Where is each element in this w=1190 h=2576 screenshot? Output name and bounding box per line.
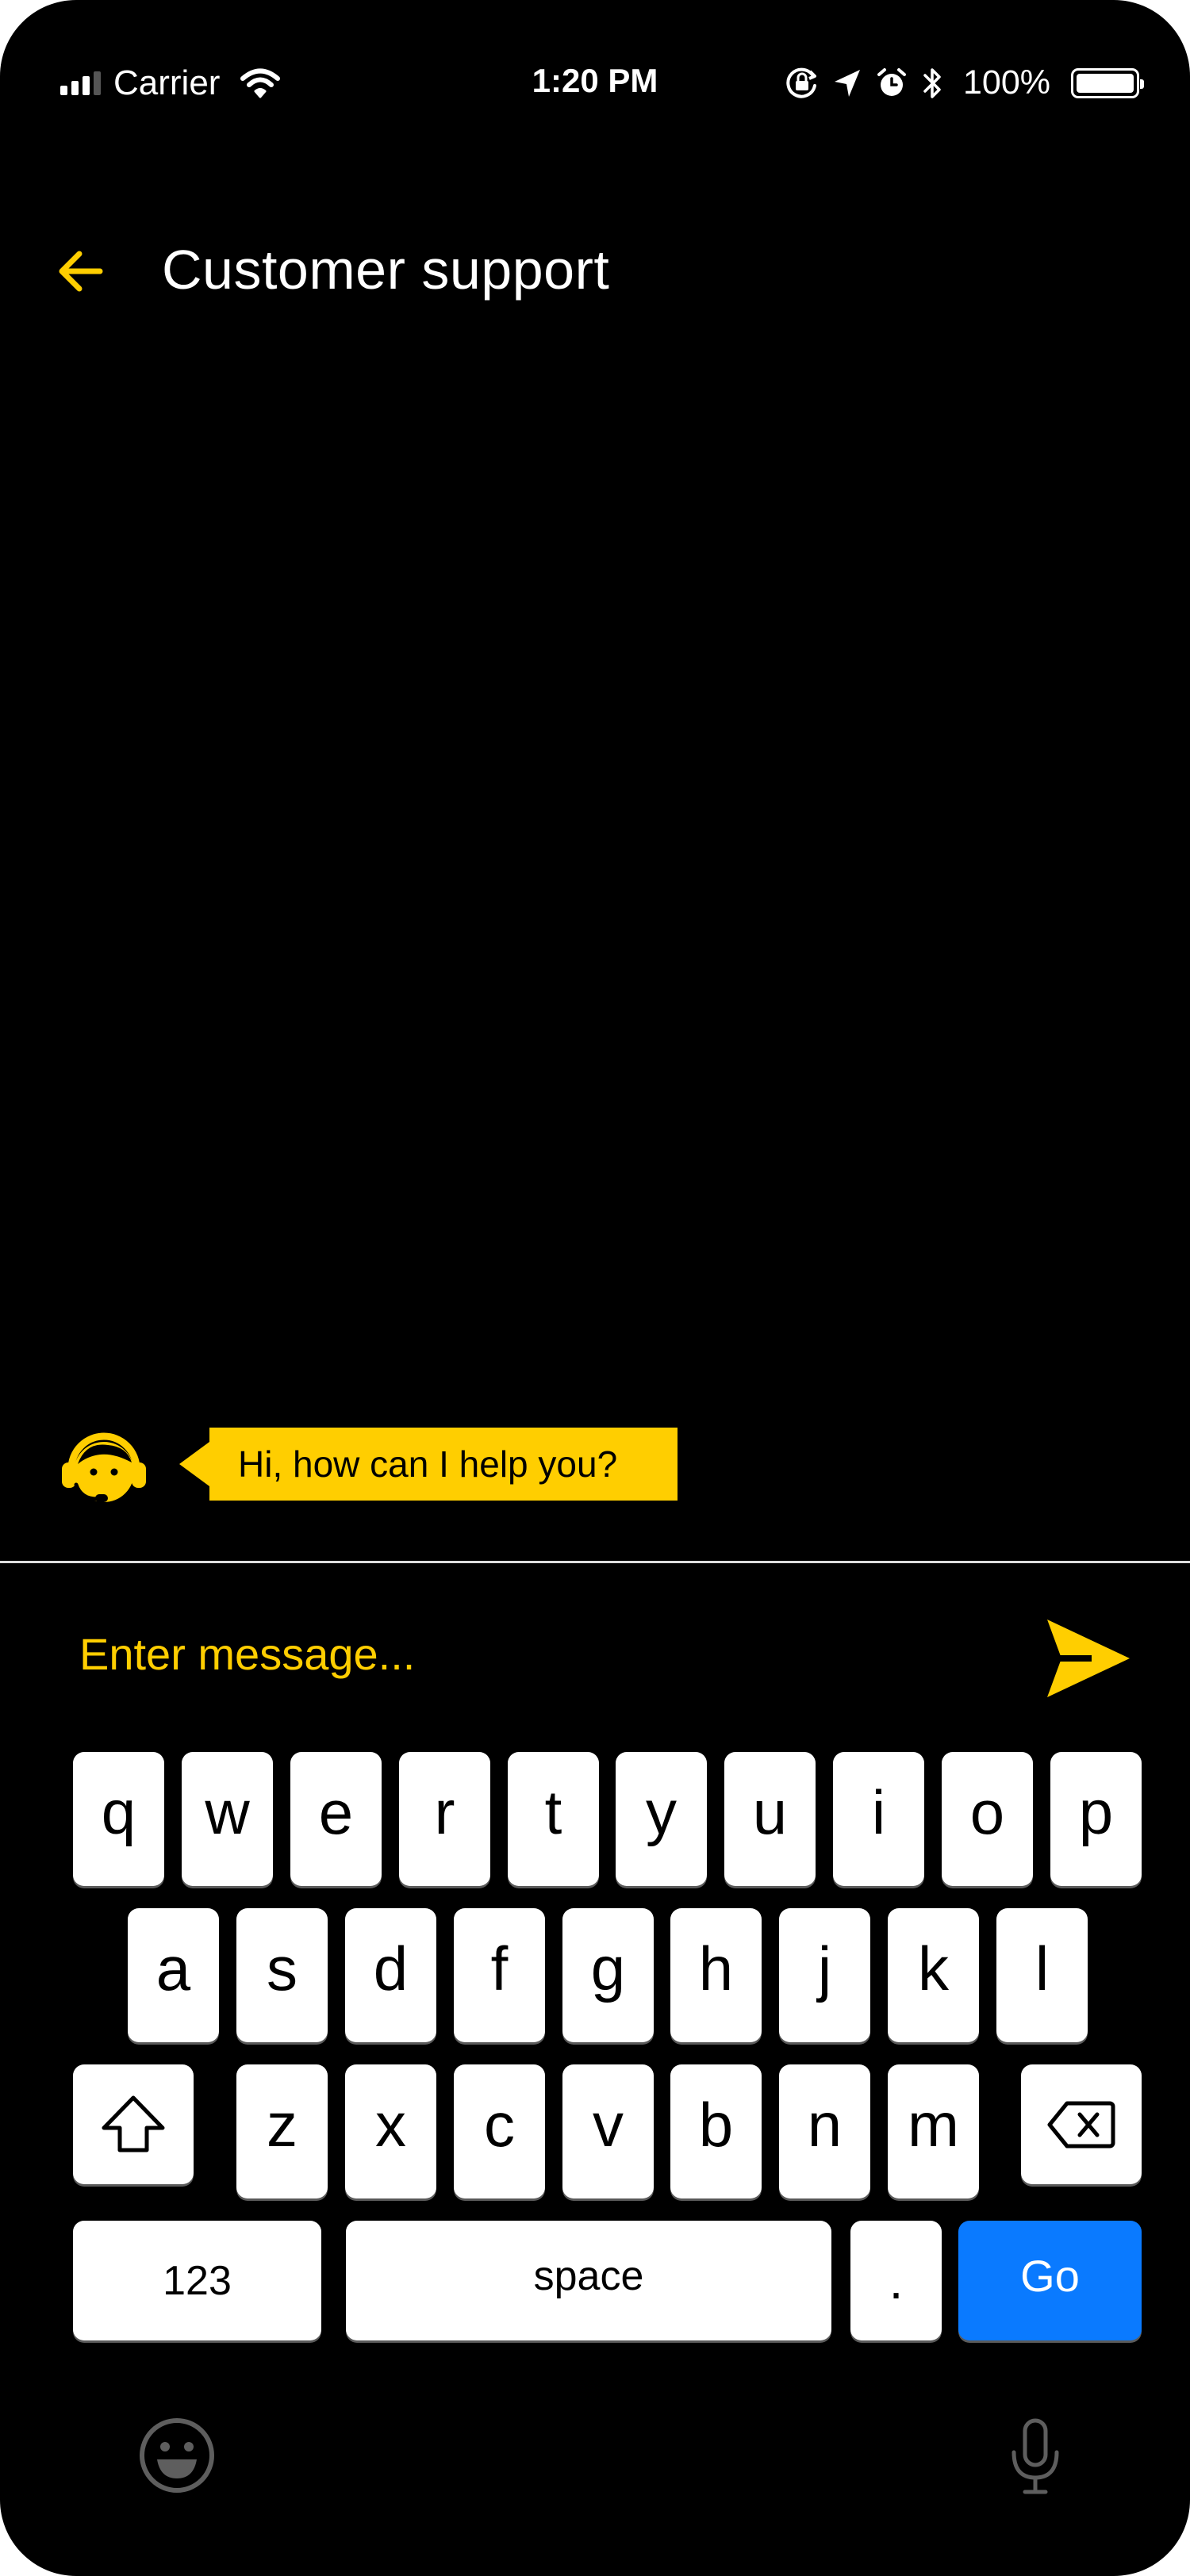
status-right: 100% bbox=[785, 63, 1144, 102]
key-e[interactable]: e bbox=[290, 1752, 382, 1886]
key-i[interactable]: i bbox=[833, 1752, 924, 1886]
key-label: Go bbox=[1020, 2251, 1080, 2301]
key-label: o bbox=[969, 1777, 1005, 1847]
key-label: k bbox=[918, 1933, 949, 2003]
space-key[interactable]: space bbox=[346, 2221, 831, 2340]
key-w[interactable]: w bbox=[182, 1752, 273, 1886]
status-bar: Carrier 1:20 PM 100% bbox=[0, 0, 1190, 171]
key-label: f bbox=[490, 1933, 509, 2003]
delete-key[interactable] bbox=[1021, 2064, 1142, 2184]
app-header: Customer support bbox=[0, 222, 1190, 317]
key-c[interactable]: c bbox=[454, 2064, 545, 2198]
key-m[interactable]: m bbox=[888, 2064, 979, 2198]
key-a[interactable]: a bbox=[128, 1908, 219, 2042]
key-label: z bbox=[267, 2089, 298, 2160]
key-k[interactable]: k bbox=[888, 1908, 979, 2042]
key-t[interactable]: t bbox=[508, 1752, 599, 1886]
key-label: g bbox=[590, 1933, 626, 2003]
key-x[interactable]: x bbox=[345, 2064, 436, 2198]
shift-key[interactable] bbox=[73, 2064, 194, 2184]
key-label: x bbox=[375, 2089, 406, 2160]
key-label: space bbox=[533, 2252, 644, 2299]
key-label: r bbox=[434, 1777, 455, 1847]
numbers-key[interactable]: 123 bbox=[73, 2221, 321, 2340]
keyboard: q w e r t y u i o p a s d f g h j k l z … bbox=[0, 1745, 1190, 2576]
location-arrow-icon bbox=[835, 69, 861, 97]
period-key[interactable]: . bbox=[850, 2221, 942, 2340]
key-q[interactable]: q bbox=[73, 1752, 164, 1886]
key-label: t bbox=[544, 1777, 562, 1847]
key-label: n bbox=[807, 2089, 843, 2160]
battery-percent: 100% bbox=[963, 63, 1050, 102]
key-label: e bbox=[318, 1777, 354, 1847]
key-label: u bbox=[752, 1777, 788, 1847]
page-title: Customer support bbox=[162, 239, 610, 301]
support-agent-headset-icon bbox=[62, 1432, 146, 1502]
key-f[interactable]: f bbox=[454, 1908, 545, 2042]
key-label: i bbox=[871, 1777, 886, 1847]
alarm-icon bbox=[877, 67, 907, 96]
key-label: . bbox=[889, 2252, 904, 2310]
agent-message-text: Hi, how can I help you? bbox=[238, 1443, 618, 1485]
key-label: m bbox=[908, 2089, 959, 2160]
key-j[interactable]: j bbox=[779, 1908, 870, 2042]
key-label: d bbox=[373, 1933, 409, 2003]
key-label: c bbox=[484, 2089, 515, 2160]
key-label: v bbox=[593, 2089, 624, 2160]
message-input[interactable] bbox=[79, 1618, 992, 1689]
bluetooth-icon bbox=[923, 67, 941, 98]
phone-screen: Carrier 1:20 PM 100% Customer support Hi… bbox=[0, 0, 1190, 2576]
send-icon[interactable] bbox=[1046, 1618, 1131, 1699]
key-label: s bbox=[267, 1933, 298, 2003]
key-d[interactable]: d bbox=[345, 1908, 436, 2042]
key-o[interactable]: o bbox=[942, 1752, 1033, 1886]
key-label: h bbox=[698, 1933, 734, 2003]
key-label: q bbox=[101, 1777, 136, 1847]
key-n[interactable]: n bbox=[779, 2064, 870, 2198]
key-label: l bbox=[1035, 1933, 1050, 2003]
agent-message-bubble: Hi, how can I help you? bbox=[209, 1428, 678, 1501]
key-z[interactable]: z bbox=[236, 2064, 328, 2198]
key-p[interactable]: p bbox=[1050, 1752, 1142, 1886]
go-key[interactable]: Go bbox=[958, 2221, 1142, 2340]
key-label: j bbox=[817, 1933, 832, 2003]
key-b[interactable]: b bbox=[670, 2064, 762, 2198]
backspace-icon bbox=[1047, 2101, 1115, 2148]
microphone-icon[interactable] bbox=[1008, 2417, 1063, 2497]
back-arrow-icon[interactable] bbox=[56, 246, 106, 297]
battery-icon bbox=[1071, 67, 1144, 98]
key-r[interactable]: r bbox=[399, 1752, 490, 1886]
key-v[interactable]: v bbox=[562, 2064, 654, 2198]
key-label: p bbox=[1078, 1777, 1114, 1847]
key-label: b bbox=[698, 2089, 734, 2160]
key-s[interactable]: s bbox=[236, 1908, 328, 2042]
emoji-icon[interactable] bbox=[138, 2417, 216, 2494]
key-label: 123 bbox=[163, 2257, 232, 2304]
key-l[interactable]: l bbox=[996, 1908, 1088, 2042]
key-label: w bbox=[205, 1777, 250, 1847]
key-g[interactable]: g bbox=[562, 1908, 654, 2042]
key-label: y bbox=[646, 1777, 677, 1847]
bubble-tail bbox=[179, 1442, 209, 1486]
key-label: a bbox=[155, 1933, 191, 2003]
composer-divider bbox=[0, 1561, 1190, 1563]
key-u[interactable]: u bbox=[724, 1752, 816, 1886]
key-h[interactable]: h bbox=[670, 1908, 762, 2042]
key-y[interactable]: y bbox=[616, 1752, 707, 1886]
orientation-lock-icon bbox=[786, 67, 817, 98]
shift-icon bbox=[102, 2095, 165, 2152]
